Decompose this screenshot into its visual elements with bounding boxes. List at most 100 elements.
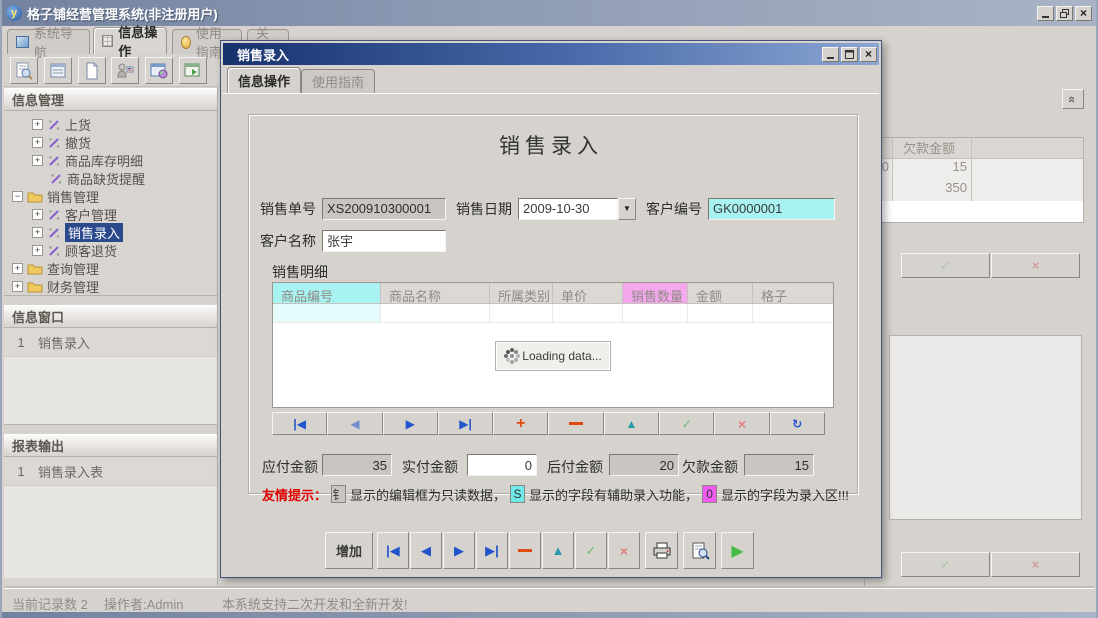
expand-icon[interactable]: +	[12, 281, 23, 292]
nav-last-button[interactable]: ▶|	[438, 412, 493, 435]
bottom-first-button[interactable]: |◀	[377, 532, 409, 569]
expand-icon[interactable]: +	[32, 245, 43, 256]
tree-item-chehuo[interactable]: + 撤货	[4, 133, 217, 151]
background-cancel-button[interactable]: ×	[991, 552, 1080, 577]
background-cancel-button[interactable]: ×	[991, 253, 1080, 278]
tool-icon	[47, 118, 61, 131]
post-icon: ✓	[586, 543, 597, 559]
status-bar: 当前记录数 2 操作者:Admin 本系统支持二次开发和全新开发!	[4, 588, 1094, 612]
window-titlebar: y 格子铺经营管理系统(非注册用户) ×	[2, 0, 1096, 26]
tree-item-finance-mgmt[interactable]: + 财务管理	[4, 277, 217, 295]
paid-field[interactable]: 0	[467, 454, 537, 476]
sale-date-field[interactable]: 2009-10-30	[518, 198, 618, 220]
dialog-minimize-button[interactable]	[822, 47, 839, 62]
customer-name-label: 客户名称	[260, 231, 316, 251]
toolbar-customer-button[interactable]	[111, 57, 139, 84]
cross-icon: ×	[1032, 258, 1040, 273]
customer-no-label: 客户编号	[646, 199, 702, 219]
tree-item-sales-entry[interactable]: + 销售录入	[4, 223, 217, 241]
background-confirm-button[interactable]: ✓	[901, 552, 990, 577]
nav-cancel-button[interactable]: ×	[714, 412, 769, 435]
system-nav-icon	[16, 36, 29, 48]
dialog-body: 销售录入 销售单号 XS200910300001 销售日期 2009-10-30…	[223, 93, 879, 575]
customer-no-field[interactable]: GK0000001	[708, 198, 835, 220]
tree-item-customer-return[interactable]: + 顾客退货	[4, 241, 217, 259]
entry-swatch: 0	[702, 485, 717, 503]
date-dropdown-button[interactable]: ▼	[618, 198, 636, 220]
tab-info-ops[interactable]: 信息操作	[93, 27, 167, 54]
arrears-label: 欠款金额	[682, 457, 738, 477]
grid-row[interactable]: 350	[872, 180, 1083, 201]
bottom-post-button[interactable]: ✓	[575, 532, 607, 569]
customer-name-field[interactable]: 张宇	[322, 230, 446, 252]
tree-item-stockout-alert[interactable]: 商品缺货提醒	[4, 169, 217, 187]
close-button[interactable]: ×	[1075, 6, 1092, 21]
dialog-tab-user-guide[interactable]: 使用指南	[301, 69, 375, 93]
minimize-button[interactable]	[1037, 6, 1054, 21]
restore-button[interactable]	[1056, 6, 1073, 21]
nav-post-button[interactable]: ✓	[659, 412, 714, 435]
bottom-last-button[interactable]: ▶|	[476, 532, 508, 569]
add-button[interactable]: 增加	[325, 532, 373, 569]
dropdown-arrow-icon: ▼	[623, 204, 631, 213]
sales-detail-grid[interactable]: 商品编号 商品名称 所属类别 单价 销售数量 金额 格子	[272, 282, 834, 408]
background-confirm-button[interactable]: ✓	[901, 253, 990, 278]
expand-icon[interactable]: +	[12, 263, 23, 274]
new-document-icon	[82, 61, 102, 81]
expand-icon[interactable]: +	[32, 119, 43, 130]
panel-collapse-button[interactable]: «	[1062, 89, 1084, 109]
toolbar-report-button[interactable]	[179, 57, 207, 84]
print-button[interactable]	[645, 532, 678, 569]
collapse-icon[interactable]: −	[12, 191, 23, 202]
tree-item-shanghuo[interactable]: + 上货	[4, 115, 217, 133]
col-sale-qty: 销售数量	[623, 283, 688, 303]
bottom-cancel-button[interactable]: ×	[608, 532, 640, 569]
tree-item-customer-mgmt[interactable]: + 客户管理	[4, 205, 217, 223]
nav-refresh-button[interactable]: ↻	[770, 412, 825, 435]
run-button[interactable]: ▶	[721, 532, 754, 569]
background-panel: « 欠款金额 0 15 350 ✓ × ✓ ×	[864, 85, 1094, 588]
expand-icon[interactable]: +	[32, 227, 43, 238]
spinner-icon	[510, 354, 514, 358]
bottom-next-button[interactable]: ▶	[443, 532, 475, 569]
toolbar-search-button[interactable]	[10, 57, 38, 84]
bottom-delete-button[interactable]	[509, 532, 541, 569]
grid-row[interactable]: 0 15	[872, 159, 1083, 180]
tree-item-sales-mgmt[interactable]: − 销售管理	[4, 187, 217, 205]
nav-edit-button[interactable]: ▲	[604, 412, 659, 435]
sidebar: 信息管理 + 上货 + 撤货 + 商品库存明细 商品缺货提醒 −	[4, 88, 218, 588]
toolbar-form-button[interactable]	[44, 57, 72, 84]
bottom-prior-button[interactable]: ◀	[410, 532, 442, 569]
expand-icon[interactable]: +	[32, 155, 43, 166]
dialog-maximize-button[interactable]	[841, 47, 858, 62]
window-title: 格子铺经营管理系统(非注册用户)	[27, 4, 218, 23]
customer-report-icon	[115, 61, 135, 81]
tool-icon	[47, 136, 61, 149]
user-guide-icon	[181, 36, 191, 49]
assist-swatch: S	[510, 485, 525, 503]
next-icon: ▶	[406, 417, 415, 431]
sales-entry-dialog: 销售录入 × 信息操作 使用指南 销售录入 销售单号 XS20091030000…	[220, 40, 882, 578]
tree-item-inventory-detail[interactable]: + 商品库存明细	[4, 151, 217, 169]
nav-insert-button[interactable]: +	[493, 412, 548, 435]
bottom-edit-button[interactable]: ▲	[542, 532, 574, 569]
hint-prefix: 友情提示：	[262, 485, 327, 504]
expand-icon[interactable]: +	[32, 137, 43, 148]
dialog-close-button[interactable]: ×	[860, 47, 877, 62]
dialog-tab-info-ops[interactable]: 信息操作	[227, 67, 301, 93]
col-grid-no: 格子	[753, 283, 834, 303]
section-header-report-output: 报表输出	[4, 434, 217, 457]
toolbar-window-button[interactable]	[145, 57, 173, 84]
folder-icon	[27, 262, 43, 275]
report-output-row[interactable]: 1 销售录入表	[4, 457, 217, 486]
nav-prior-button[interactable]: ◀	[327, 412, 382, 435]
nav-delete-button[interactable]	[548, 412, 603, 435]
expand-icon[interactable]: +	[32, 209, 43, 220]
toolbar-new-doc-button[interactable]	[78, 57, 106, 84]
tab-system-nav[interactable]: 系统导航	[7, 29, 90, 54]
nav-first-button[interactable]: |◀	[272, 412, 327, 435]
info-window-row[interactable]: 1 销售录入	[4, 328, 217, 357]
print-preview-button[interactable]	[683, 532, 716, 569]
tree-item-query-mgmt[interactable]: + 查询管理	[4, 259, 217, 277]
nav-next-button[interactable]: ▶	[383, 412, 438, 435]
